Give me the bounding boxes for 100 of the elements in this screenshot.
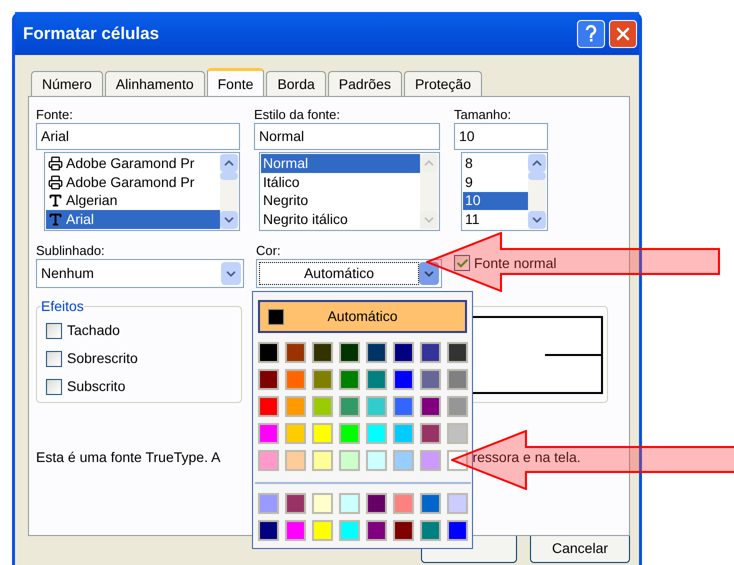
close-button[interactable] [609,20,637,48]
list-item[interactable]: 8 [463,154,528,173]
color-swatch[interactable] [260,425,276,442]
color-swatch[interactable] [448,452,466,469]
scroll-thumb[interactable] [220,172,238,180]
color-swatch[interactable] [286,452,304,469]
text-field[interactable]: Normal [254,123,440,150]
color-swatch[interactable] [340,344,358,361]
color-swatch[interactable] [394,522,412,539]
color-swatch[interactable] [422,398,438,415]
field-label: Fonte: [36,106,74,123]
help-icon [585,24,597,42]
color-swatch[interactable] [286,398,304,415]
tab[interactable]: Fonte [206,68,264,97]
text-field[interactable]: Arial [36,123,240,150]
color-swatch[interactable] [394,398,412,415]
color-swatch[interactable] [340,452,358,469]
checkbox[interactable] [454,255,470,271]
list-item[interactable]: Adobe Garamond Pr [46,172,220,192]
color-swatch[interactable] [260,371,276,388]
color-swatch[interactable] [394,452,412,469]
color-swatch[interactable] [260,398,276,415]
color-swatch[interactable] [314,425,330,442]
cancel-button[interactable]: Cancelar [530,533,630,563]
tab[interactable]: Número [31,71,103,96]
scroll-up-button[interactable] [220,154,238,172]
color-swatch[interactable] [448,371,466,388]
color-swatch[interactable] [314,522,330,539]
color-swatch[interactable] [368,344,384,361]
color-swatch[interactable] [448,398,466,415]
color-swatch[interactable] [448,344,466,361]
color-swatch[interactable] [260,495,276,512]
scroll-down-button[interactable] [528,211,546,229]
color-swatch[interactable] [260,344,276,361]
checkbox[interactable] [46,322,62,338]
color-swatch[interactable] [314,344,330,361]
color-swatch[interactable] [260,452,276,469]
color-swatch[interactable] [314,452,330,469]
color-swatch[interactable] [394,344,412,361]
color-swatch[interactable] [368,371,384,388]
color-swatch[interactable] [340,495,358,512]
scrollbar[interactable] [220,154,238,229]
list-item[interactable]: 9 [463,172,528,192]
color-swatch[interactable] [422,452,438,469]
field-label: Sublinhado: [36,242,106,259]
list-item[interactable]: Negrito itálico [261,210,420,229]
scrollbar[interactable] [528,154,546,229]
color-swatch[interactable] [286,425,304,442]
color-swatch[interactable] [340,522,358,539]
list-item[interactable]: Adobe Garamond Pr [46,154,220,173]
color-swatch[interactable] [340,425,358,442]
color-swatch[interactable] [368,495,384,512]
list-item[interactable]: Normal [261,154,420,173]
list-item[interactable]: 10 [463,192,528,210]
checkbox[interactable] [46,350,62,366]
color-swatch[interactable] [422,344,438,361]
color-swatch[interactable] [286,495,304,512]
color-swatch[interactable] [340,398,358,415]
color-swatch[interactable] [286,522,304,539]
color-swatch[interactable] [448,522,466,539]
scroll-thumb[interactable] [528,172,546,180]
color-swatch[interactable] [314,495,330,512]
color-swatch[interactable] [394,425,412,442]
checkbox[interactable] [46,378,62,394]
list-item[interactable]: Itálico [261,172,420,192]
color-swatch[interactable] [422,522,438,539]
color-swatch[interactable] [340,371,358,388]
tab[interactable]: Padrões [328,71,402,96]
color-swatch[interactable] [286,371,304,388]
underline-dropdown[interactable]: Nenhum [36,259,244,288]
color-swatch[interactable] [260,522,276,539]
list-item[interactable]: 11 [463,210,528,229]
tab[interactable]: Borda [266,71,326,96]
automatic-color-button[interactable]: Automático [258,300,467,333]
color-dropdown[interactable]: Automático [256,259,442,288]
color-swatch[interactable] [368,425,384,442]
text-field[interactable]: 10 [454,123,548,150]
color-swatch[interactable] [368,452,384,469]
color-swatch[interactable] [394,495,412,512]
color-swatch[interactable] [368,398,384,415]
help-button[interactable] [577,20,605,48]
list-item[interactable]: Negrito [261,192,420,210]
color-swatch[interactable] [314,371,330,388]
color-swatch[interactable] [448,425,466,442]
color-swatch[interactable] [422,371,438,388]
color-swatch[interactable] [286,344,304,361]
list-item[interactable]: Arial [46,210,220,229]
scroll-down-button[interactable] [220,211,238,229]
tab[interactable]: Proteção [404,71,482,96]
color-swatch[interactable] [448,495,466,512]
color-swatch[interactable] [314,398,330,415]
list-item[interactable]: Algerian [46,192,220,210]
color-swatch[interactable] [368,522,384,539]
color-swatch[interactable] [422,425,438,442]
tab[interactable]: Alinhamento [104,71,205,96]
checkbox-label: Tachado [67,321,120,340]
color-swatch[interactable] [422,495,438,512]
checkbox-label: Fonte normal [474,254,556,272]
color-swatch[interactable] [394,371,412,388]
scroll-up-button[interactable] [528,154,546,172]
